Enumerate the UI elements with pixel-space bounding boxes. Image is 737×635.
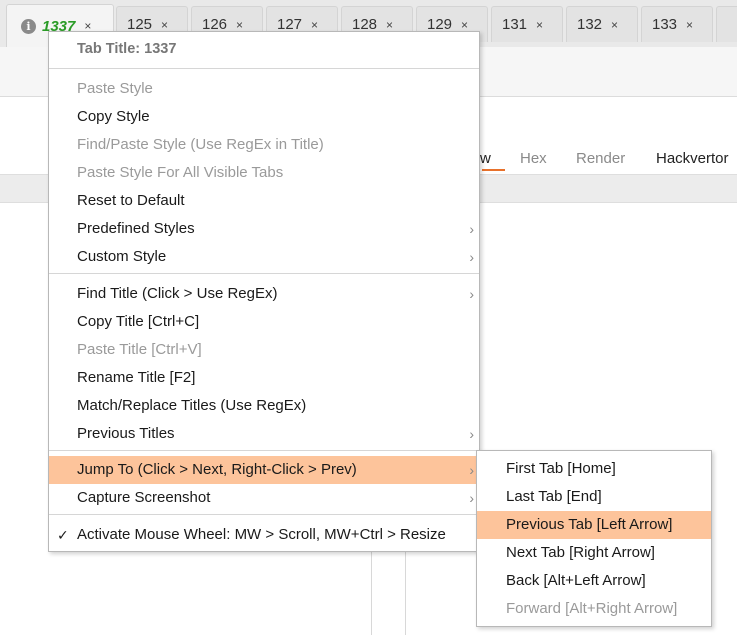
subtab-raw[interactable]: w	[480, 150, 491, 167]
menu-item-label: Activate Mouse Wheel: MW > Scroll, MW+Ct…	[77, 526, 446, 543]
menu-item-label: Next Tab [Right Arrow]	[506, 544, 655, 561]
tab[interactable]: 132 ×	[566, 6, 638, 42]
menu-item-label: Custom Style	[77, 248, 167, 265]
close-icon[interactable]: ×	[536, 18, 543, 32]
info-icon: i	[21, 18, 36, 34]
chevron-right-icon: ›	[469, 249, 474, 265]
submenu-item-previous-tab[interactable]: Previous Tab [Left Arrow]	[477, 511, 711, 539]
menu-item-predefined-styles[interactable]: Predefined Styles ›	[49, 215, 479, 243]
close-icon[interactable]: ×	[386, 18, 393, 32]
chevron-right-icon: ›	[469, 426, 474, 442]
menu-separator	[49, 450, 479, 451]
menu-item-paste-title[interactable]: Paste Title [Ctrl+V]	[49, 336, 479, 364]
submenu-item-forward[interactable]: Forward [Alt+Right Arrow]	[477, 595, 711, 623]
menu-item-reset-default[interactable]: Reset to Default	[49, 187, 479, 215]
chevron-right-icon: ›	[469, 286, 474, 302]
tab-label: 132	[577, 16, 603, 33]
submenu-item-first-tab[interactable]: First Tab [Home]	[477, 455, 711, 483]
chevron-right-icon: ›	[469, 490, 474, 506]
menu-item-label: Reset to Default	[77, 192, 185, 209]
close-icon[interactable]: ×	[161, 18, 168, 32]
menu-item-label: Find/Paste Style (Use RegEx in Title)	[77, 136, 324, 153]
menu-item-label: Paste Style For All Visible Tabs	[77, 164, 284, 181]
menu-item-label: Back [Alt+Left Arrow]	[506, 572, 646, 589]
menu-item-label: Paste Style	[77, 80, 153, 97]
menu-item-activate-mouse-wheel[interactable]: ✓ Activate Mouse Wheel: MW > Scroll, MW+C…	[49, 521, 479, 549]
menu-separator	[49, 68, 479, 69]
menu-item-copy-style[interactable]: Copy Style	[49, 103, 479, 131]
subtab-active-indicator	[482, 169, 505, 171]
menu-separator	[49, 273, 479, 274]
menu-item-label: Forward [Alt+Right Arrow]	[506, 600, 678, 617]
menu-item-label: Previous Titles	[77, 425, 175, 442]
menu-item-label: Jump To (Click > Next, Right-Click > Pre…	[77, 461, 357, 478]
close-icon[interactable]: ×	[311, 18, 318, 32]
menu-item-label: Paste Title [Ctrl+V]	[77, 341, 202, 358]
submenu-item-back[interactable]: Back [Alt+Left Arrow]	[477, 567, 711, 595]
menu-header: Tab Title: 1337	[77, 41, 177, 57]
tab[interactable]: 131 ×	[491, 6, 563, 42]
chevron-right-icon: ›	[469, 462, 474, 478]
menu-item-paste-style[interactable]: Paste Style	[49, 75, 479, 103]
subtab-hackvertor[interactable]: Hackvertor	[656, 150, 729, 167]
menu-item-paste-style-all[interactable]: Paste Style For All Visible Tabs	[49, 159, 479, 187]
menu-item-copy-title[interactable]: Copy Title [Ctrl+C]	[49, 308, 479, 336]
close-icon[interactable]: ×	[611, 18, 618, 32]
close-icon[interactable]: ×	[461, 18, 468, 32]
tab-label: 131	[502, 16, 528, 33]
subtab-hex[interactable]: Hex	[520, 150, 547, 167]
menu-separator	[49, 514, 479, 515]
menu-item-label: Previous Tab [Left Arrow]	[506, 516, 673, 533]
menu-item-label: Match/Replace Titles (Use RegEx)	[77, 397, 307, 414]
menu-item-label: Predefined Styles	[77, 220, 195, 237]
menu-item-label: Capture Screenshot	[77, 489, 211, 506]
menu-item-find-title[interactable]: Find Title (Click > Use RegEx) ›	[49, 280, 479, 308]
context-menu: Tab Title: 1337 Paste Style Copy Style F…	[48, 31, 480, 552]
tab-label: 133	[652, 16, 678, 33]
menu-item-label: Copy Style	[77, 108, 150, 125]
menu-item-find-paste-style[interactable]: Find/Paste Style (Use RegEx in Title)	[49, 131, 479, 159]
close-icon[interactable]: ×	[236, 18, 243, 32]
menu-item-jump-to[interactable]: Jump To (Click > Next, Right-Click > Pre…	[49, 456, 479, 484]
chevron-right-icon: ›	[469, 221, 474, 237]
submenu-item-last-tab[interactable]: Last Tab [End]	[477, 483, 711, 511]
menu-item-custom-style[interactable]: Custom Style ›	[49, 243, 479, 271]
menu-item-capture-screenshot[interactable]: Capture Screenshot ›	[49, 484, 479, 512]
submenu-item-next-tab[interactable]: Next Tab [Right Arrow]	[477, 539, 711, 567]
menu-item-match-replace-titles[interactable]: Match/Replace Titles (Use RegEx)	[49, 392, 479, 420]
close-icon[interactable]: ×	[686, 18, 693, 32]
menu-item-label: Copy Title [Ctrl+C]	[77, 313, 200, 330]
jump-to-submenu: First Tab [Home] Last Tab [End] Previous…	[476, 450, 712, 627]
menu-item-label: Last Tab [End]	[506, 488, 602, 505]
menu-item-previous-titles[interactable]: Previous Titles ›	[49, 420, 479, 448]
menu-item-label: Find Title (Click > Use RegEx)	[77, 285, 278, 302]
subtab-render[interactable]: Render	[576, 150, 625, 167]
tab-partial[interactable]	[716, 6, 737, 42]
checkmark-icon: ✓	[57, 527, 69, 543]
menu-item-label: Rename Title [F2]	[77, 369, 196, 386]
tab[interactable]: 133 ×	[641, 6, 713, 42]
menu-item-label: First Tab [Home]	[506, 460, 616, 477]
menu-item-rename-title[interactable]: Rename Title [F2]	[49, 364, 479, 392]
